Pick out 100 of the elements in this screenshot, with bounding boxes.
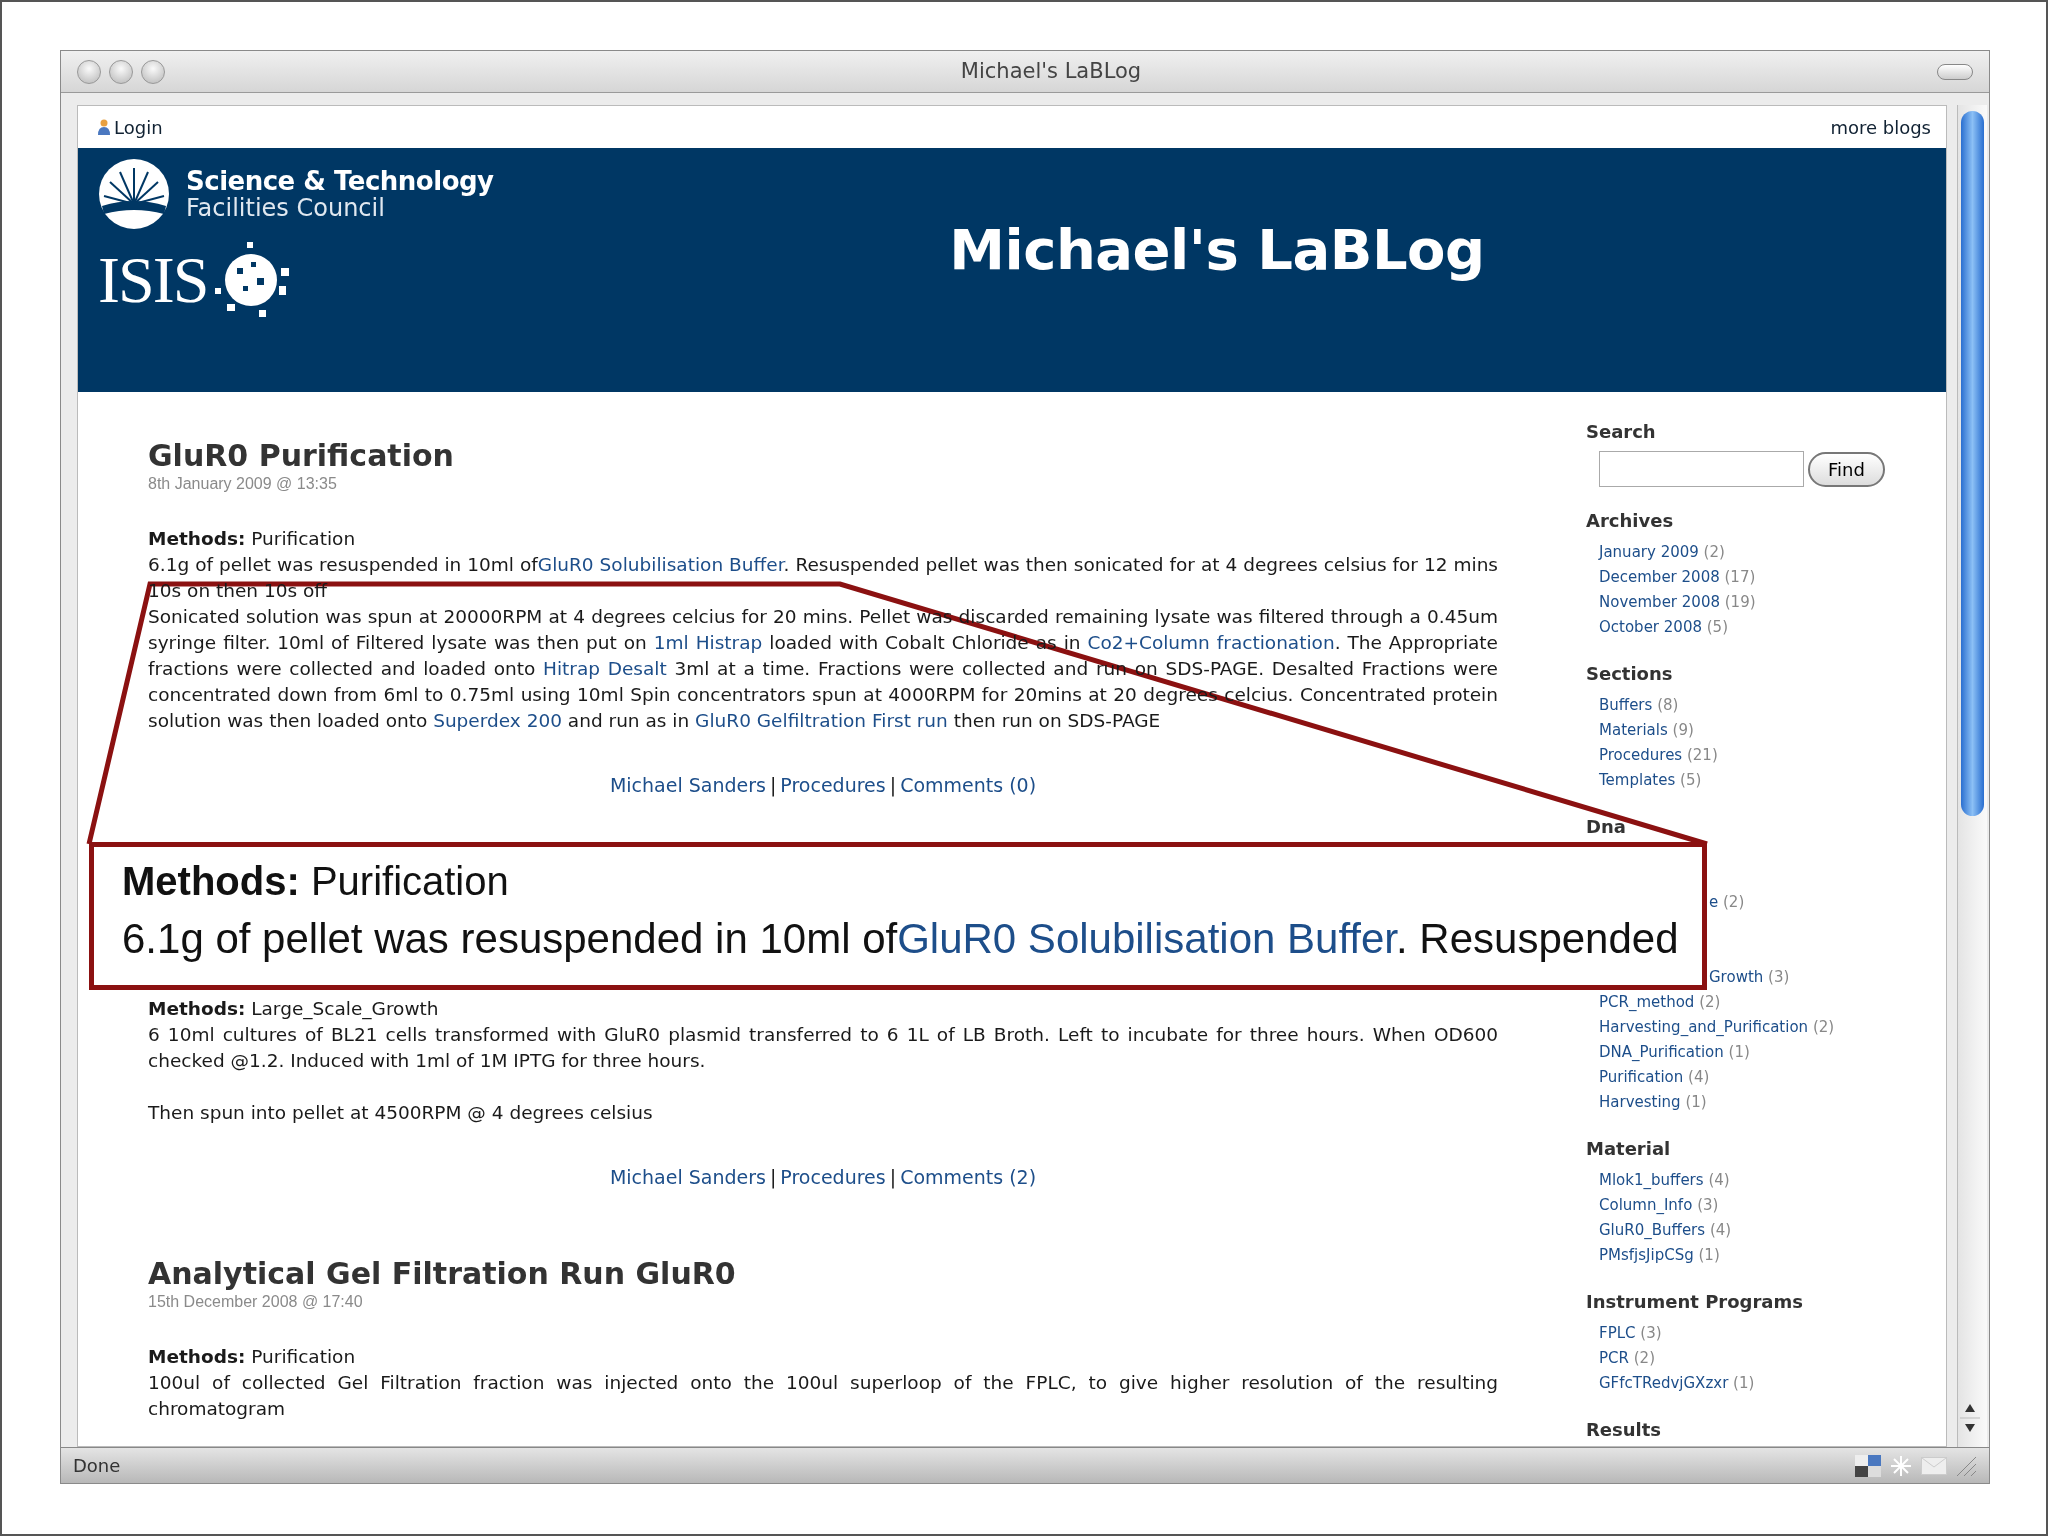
sidebar-heading: Archives <box>1586 509 1675 533</box>
sidebar-link[interactable]: PCR_method <box>1599 993 1695 1011</box>
link-separator: | <box>769 774 777 796</box>
item-count: (3) <box>1768 968 1790 986</box>
organisation-name: Science & Technology <box>186 167 494 196</box>
comments-link[interactable]: Comments (2) <box>900 1166 1037 1188</box>
item-count: (2) <box>1633 1349 1655 1367</box>
sidebar-link[interactable]: GFfcTRedvjGXzxr <box>1599 1374 1729 1392</box>
text-link[interactable]: Hitrap Desalt <box>543 658 667 679</box>
item-count: (2) <box>1723 893 1745 911</box>
text-link[interactable]: GluR0 Solubilisation Buffer <box>537 554 784 575</box>
post-title[interactable]: GluR0 Purification <box>148 438 1498 474</box>
item-count: (2) <box>1703 543 1725 561</box>
item-count: (17) <box>1724 568 1756 586</box>
post-paragraph: 6 10ml cultures of BL21 cells transformed with GluR0 plasmid transferred to 6 1L of LB Broth. Left to incubate for three hours. When OD600 checked @1.2. Induced with 1ml of 1M IPTG for three hours. <box>148 1023 1498 1073</box>
text-link[interactable]: Co2+Column fractionation <box>1087 632 1335 653</box>
sidebar-heading: Sections <box>1586 662 1674 686</box>
snowflake-icon[interactable] <box>1889 1453 1913 1478</box>
post-title[interactable]: Analytical Gel Filtration Run GluR0 <box>148 1256 1498 1292</box>
methods-label: Methods: Purification <box>148 527 357 551</box>
text-link[interactable]: 1ml Histrap <box>653 632 763 653</box>
item-count: (3) <box>1697 1196 1719 1214</box>
search-field[interactable] <box>1599 451 1804 487</box>
toolbar-toggle-button[interactable] <box>1937 63 1973 80</box>
status-text: Done <box>73 1454 121 1478</box>
sidebar-link[interactable]: Harvesting_and_Purification <box>1599 1018 1809 1036</box>
link-separator: | <box>769 1166 777 1188</box>
blog-title: Michael's LaBLog <box>949 216 1485 284</box>
post-paragraph: 6.1g of pellet was resuspended in 10ml ofGluR0 Solubilisation Buffer. Resuspended <box>122 914 1680 964</box>
sidebar-link[interactable]: PMsfjsJipCSg <box>1599 1246 1694 1264</box>
organisation-name: Facilities Council <box>186 195 385 221</box>
facility-logo-text: ISIS <box>98 247 208 313</box>
item-count: (4) <box>1708 1171 1730 1189</box>
mail-icon[interactable] <box>1921 1456 1947 1475</box>
sidebar-heading: Material <box>1586 1137 1672 1161</box>
item-count: (21) <box>1686 746 1718 764</box>
post-date: 15th December 2008 @ 17:40 <box>148 1292 364 1312</box>
minimize-button[interactable] <box>109 59 133 84</box>
item-count: (19) <box>1724 593 1756 611</box>
item-count: (5) <box>1706 618 1728 636</box>
close-button[interactable] <box>77 59 101 84</box>
sidebar-link[interactable]: e <box>1709 893 1719 911</box>
item-count: (1) <box>1733 1374 1755 1392</box>
sidebar-heading: Results <box>1586 1418 1663 1442</box>
sidebar-link[interactable]: Procedures <box>1599 746 1683 764</box>
methods-label: Methods: Purification <box>148 1345 357 1369</box>
sidebar-link[interactable]: Buffers <box>1599 696 1653 714</box>
methods-label: Methods: Large_Scale_Growth <box>148 997 440 1022</box>
window-title: Michael's LaBLog <box>960 58 1142 83</box>
sidebar-link[interactable]: FPLC <box>1599 1324 1636 1342</box>
author-link[interactable]: Michael Sanders <box>609 774 766 796</box>
sidebar-link[interactable]: Harvesting <box>1599 1093 1681 1111</box>
sidebar-link[interactable]: Materials <box>1599 721 1668 739</box>
sidebar-link[interactable]: Column_Info <box>1599 1196 1693 1214</box>
item-count: (1) <box>1685 1093 1707 1111</box>
sidebar-link[interactable]: October 2008 <box>1599 618 1702 636</box>
link-separator: | <box>889 1166 897 1188</box>
sidebar-heading: Search <box>1586 420 1657 444</box>
author-link[interactable]: Michael Sanders <box>609 1166 766 1188</box>
sunburst-logo-icon <box>98 158 170 230</box>
sidebar-link[interactable]: Templates <box>1599 771 1676 789</box>
item-count: (1) <box>1698 1246 1720 1264</box>
sidebar-link[interactable]: November 2008 <box>1599 593 1720 611</box>
link-separator: | <box>889 774 897 796</box>
sidebar-link[interactable]: January 2009 <box>1599 543 1699 561</box>
sidebar-heading: Instrument Programs <box>1586 1290 1804 1314</box>
text-link[interactable]: GluR0 Gelfiltration First run <box>695 710 948 731</box>
comments-link[interactable]: Comments (0) <box>900 774 1037 796</box>
post-paragraph: Then spun into pellet at 4500RPM @ 4 degrees celsius <box>148 1101 654 1125</box>
category-link[interactable]: Procedures <box>780 774 886 796</box>
resize-grip-icon[interactable] <box>1955 1454 1977 1477</box>
text-link[interactable]: Superdex 200 <box>433 710 562 731</box>
sidebar-link[interactable]: GluR0_Buffers <box>1599 1221 1706 1239</box>
item-count: (3) <box>1640 1324 1662 1342</box>
item-count: (5) <box>1680 771 1702 789</box>
sidebar-link[interactable]: Growth <box>1709 968 1764 986</box>
item-count: (2) <box>1812 1018 1835 1036</box>
post-date: 8th January 2009 @ 13:35 <box>148 474 338 494</box>
methods-label: Methods: Purification <box>122 858 510 905</box>
item-count: (8) <box>1657 696 1679 714</box>
scrollbar-thumb[interactable] <box>1961 111 1984 816</box>
login-link[interactable]: Login <box>114 113 163 141</box>
item-count: (9) <box>1672 721 1694 739</box>
user-icon <box>98 119 110 135</box>
post-paragraph: 6.1g of pellet was resuspended in 10ml ofGluR0 Solubilisation Buffer. Resuspended pellet was then sonicated for at 4 degrees celsius for 12 mins 10s on then 10s off <box>148 553 1498 603</box>
text-link[interactable]: GluR0 Solubilisation Buffer <box>897 915 1396 962</box>
category-link[interactable]: Procedures <box>780 1166 886 1188</box>
sidebar-link[interactable]: December 2008 <box>1599 568 1720 586</box>
item-count: (2) <box>1699 993 1721 1011</box>
sidebar-heading: Dna <box>1586 815 1627 839</box>
sidebar-link[interactable]: PCR <box>1599 1349 1629 1367</box>
grid-icon[interactable] <box>1855 1454 1881 1477</box>
sidebar-link[interactable]: Purification <box>1599 1068 1684 1086</box>
more-blogs-link[interactable]: more blogs <box>1830 113 1931 141</box>
find-button[interactable]: Find <box>1808 451 1885 487</box>
zoom-button[interactable] <box>141 59 165 84</box>
post-paragraph: 100ul of collected Gel Filtration fraction was injected onto the 100ul superloop of the FPLC, to give higher resolution of the resulting chromatogram <box>148 1371 1498 1421</box>
item-count: (1) <box>1728 1043 1750 1061</box>
sidebar-link[interactable]: Mlok1_buffers <box>1599 1171 1704 1189</box>
sidebar-link[interactable]: DNA_Purification <box>1599 1043 1724 1061</box>
